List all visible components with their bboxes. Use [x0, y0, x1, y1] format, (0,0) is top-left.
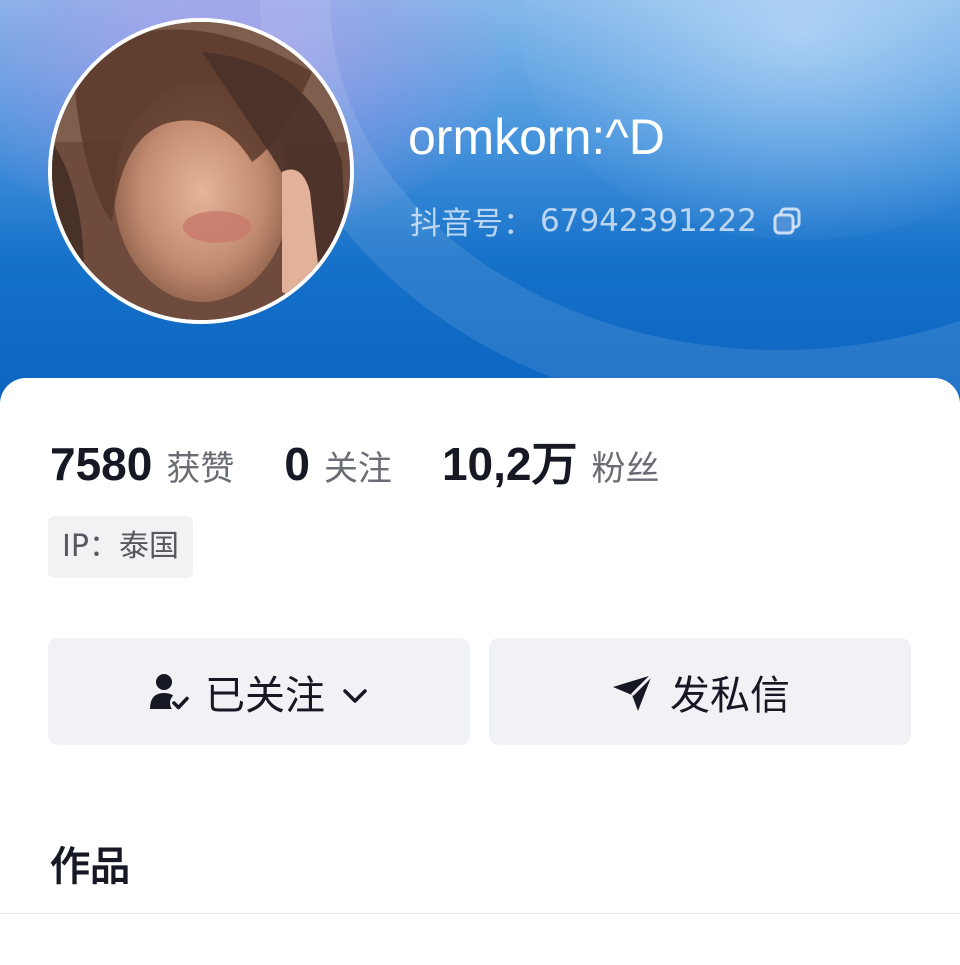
douyin-id-label: 抖音号：	[410, 206, 534, 242]
stat-following-label: 关注	[323, 449, 392, 489]
stat-followers-value: 10,2万	[441, 438, 578, 490]
profile-info-card: 7580 获赞 0 关注 10,2万 粉丝 IP：泰国 已关注 发私信 作品	[0, 378, 960, 965]
stat-likes[interactable]: 7580 获赞	[50, 437, 234, 491]
username: ormkorn:^D	[408, 109, 665, 165]
tab-works[interactable]: 作品	[50, 834, 130, 892]
profile-header-banner: ormkorn:^D 抖音号： 67942391222	[0, 0, 960, 420]
send-message-button[interactable]: 发私信	[489, 638, 911, 745]
stat-likes-value: 7580	[50, 438, 153, 490]
stat-following[interactable]: 0 关注	[284, 437, 392, 491]
ip-location-tag: IP：泰国	[48, 516, 193, 578]
stat-followers[interactable]: 10,2万 粉丝	[442, 428, 660, 494]
send-icon	[610, 669, 656, 715]
douyin-id-row: 抖音号： 67942391222	[410, 198, 803, 243]
avatar[interactable]	[48, 18, 354, 324]
chevron-down-icon	[339, 676, 371, 708]
stat-likes-label: 获赞	[166, 449, 235, 489]
followed-button[interactable]: 已关注	[48, 638, 470, 745]
stats-row: 7580 获赞 0 关注 10,2万 粉丝	[50, 428, 709, 494]
stat-following-value: 0	[284, 438, 310, 490]
user-check-icon	[147, 669, 193, 715]
tab-divider	[0, 913, 960, 914]
followed-button-label: 已关注	[205, 672, 325, 719]
profile-page: ormkorn:^D 抖音号： 67942391222 7580 获赞 0 关注	[0, 0, 960, 965]
copy-icon[interactable]	[771, 205, 803, 237]
send-message-label: 发私信	[670, 672, 790, 719]
douyin-id-value: 67942391222	[540, 202, 757, 239]
avatar-photo	[52, 22, 350, 320]
stat-followers-label: 粉丝	[591, 449, 660, 489]
